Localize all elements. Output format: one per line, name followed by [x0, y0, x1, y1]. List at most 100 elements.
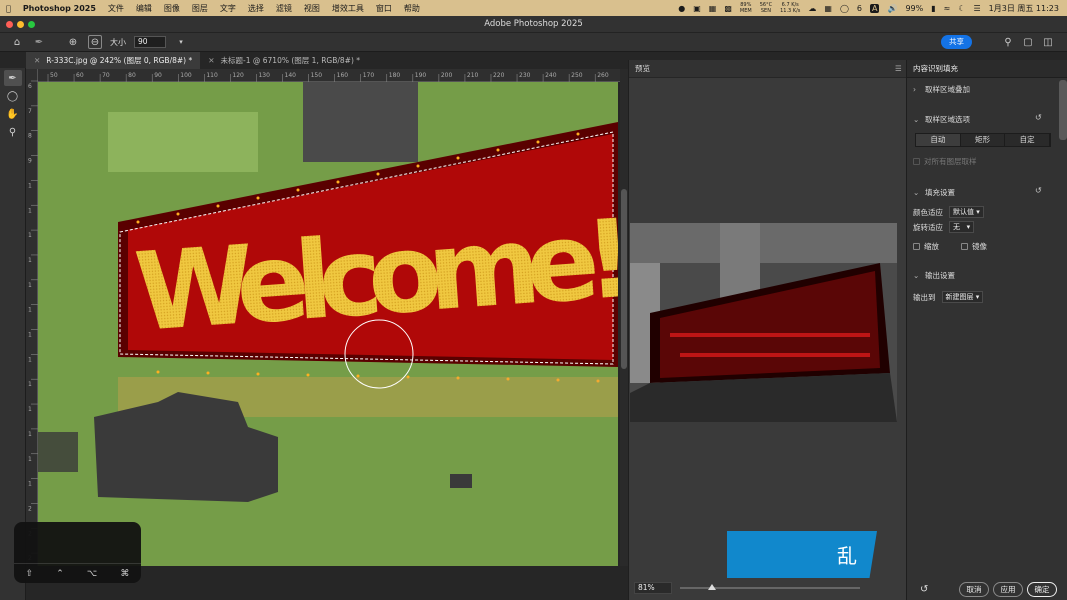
- close-tab-icon[interactable]: ✕: [34, 56, 40, 65]
- tab-untitled-1[interactable]: ✕ 未标题-1 @ 6710% (图层 1, RGB/8#) *: [200, 52, 368, 69]
- apply-button[interactable]: 应用: [993, 582, 1023, 597]
- close-window-button[interactable]: [6, 21, 13, 28]
- brush-preset-icon[interactable]: ✒: [32, 35, 46, 49]
- ruler-label: 6: [28, 83, 32, 90]
- ruler-label: 1: [28, 232, 32, 239]
- word-icon[interactable]: ▩: [724, 4, 732, 13]
- select-value: 无: [953, 223, 960, 231]
- lasso-tool-icon[interactable]: ◯: [4, 88, 22, 104]
- chevron-down-icon[interactable]: ⌄: [913, 271, 925, 280]
- mode-auto[interactable]: 自动: [916, 134, 961, 146]
- app-icon-1[interactable]: ▣: [693, 4, 701, 13]
- zoom-tool-icon[interactable]: ⚲: [4, 124, 22, 140]
- clock[interactable]: 1月3日 周五 11:23: [989, 3, 1059, 14]
- wechat-icon[interactable]: ◯: [840, 4, 849, 13]
- ruler-label: 1: [28, 207, 32, 214]
- canvas-scrollbar[interactable]: [620, 69, 628, 566]
- close-tab-icon[interactable]: ✕: [208, 56, 214, 65]
- document-canvas[interactable]: Welcome!: [38, 82, 618, 566]
- panel-scrollbar[interactable]: [1059, 80, 1067, 140]
- section-output-settings[interactable]: ⌄ 输出设置: [907, 268, 1057, 282]
- menu-edit[interactable]: 编辑: [130, 3, 158, 14]
- mirror-checkbox[interactable]: [961, 242, 968, 250]
- sample-all-layers-checkbox[interactable]: [913, 157, 920, 165]
- chevron-down-icon[interactable]: ⌄: [913, 115, 925, 124]
- menu-filter[interactable]: 滤镜: [270, 3, 298, 14]
- section-sampling-overlay[interactable]: › 取样区域叠加: [907, 82, 1057, 96]
- ruler-label: 1: [28, 332, 32, 339]
- mode-rectangle[interactable]: 矩形: [960, 134, 1006, 146]
- color-adapt-label: 颜色适应: [913, 207, 943, 217]
- size-label: 大小: [110, 37, 126, 47]
- ok-button[interactable]: 确定: [1027, 582, 1057, 597]
- mode-custom[interactable]: 自定: [1005, 134, 1051, 146]
- window-titlebar: Adobe Photoshop 2025: [0, 16, 1067, 32]
- vertical-ruler: 67891111111111111222: [26, 69, 38, 566]
- subtract-brush-icon[interactable]: ⊖: [88, 35, 102, 49]
- app-icon-2[interactable]: ▦: [709, 4, 717, 13]
- menu-type[interactable]: 文字: [214, 3, 242, 14]
- add-brush-icon[interactable]: ⊕: [66, 35, 80, 49]
- output-to-label: 输出到: [913, 292, 936, 302]
- control-key-icon: ⌃: [56, 568, 64, 579]
- output-to-select[interactable]: 新建图层 ▾: [941, 291, 984, 303]
- reset-icon[interactable]: ↺: [1035, 186, 1042, 195]
- menu-image[interactable]: 图像: [158, 3, 186, 14]
- ruler-label: 1: [28, 381, 32, 388]
- workspace-icon[interactable]: ◫: [1041, 35, 1055, 49]
- rotation-select[interactable]: 无 ▾: [949, 221, 975, 233]
- ruler-label: 2: [28, 505, 32, 512]
- window-light: [108, 112, 258, 172]
- options-bar: ⌂ ✒ ⊕ ⊖ 大小 90 ▾: [0, 32, 1067, 52]
- cloud-icon[interactable]: ☁: [808, 4, 816, 13]
- scale-checkbox[interactable]: [913, 242, 920, 250]
- size-input[interactable]: 90: [134, 36, 166, 48]
- select-value: 新建图层: [945, 293, 974, 301]
- tab-r333c[interactable]: ✕ R-333C.jpg @ 242% (图层 0, RGB/8#) *: [26, 52, 201, 69]
- ruler-label: 90: [154, 72, 162, 79]
- volume-icon[interactable]: 🔊: [887, 4, 897, 13]
- hand-tool-icon[interactable]: ✋: [4, 106, 22, 122]
- search-icon[interactable]: ⚲: [1001, 35, 1015, 49]
- brush-tool-icon[interactable]: ✒: [3, 70, 22, 86]
- chevron-down-icon[interactable]: ⌄: [913, 188, 925, 197]
- menu-file[interactable]: 文件: [102, 3, 130, 14]
- ruler-label: 140: [285, 72, 297, 79]
- chevron-right-icon[interactable]: ›: [913, 85, 925, 94]
- preview-zoom-knob[interactable]: [708, 584, 716, 590]
- zoom-window-button[interactable]: [28, 21, 35, 28]
- battery-icon[interactable]: ▮: [931, 4, 935, 13]
- moon-icon[interactable]: ☾: [958, 4, 965, 13]
- reset-icon[interactable]: ↺: [1035, 113, 1042, 122]
- color-adapt-select[interactable]: 默认值 ▾: [949, 206, 984, 218]
- cancel-button[interactable]: 取消: [959, 582, 989, 597]
- reset-all-icon[interactable]: ↺: [920, 584, 928, 595]
- menu-window[interactable]: 窗口: [370, 3, 398, 14]
- grid-icon[interactable]: ▦: [824, 4, 832, 13]
- menu-view[interactable]: 视图: [298, 3, 326, 14]
- home-icon[interactable]: ⌂: [10, 35, 24, 49]
- panel-menu-icon[interactable]: ☰: [895, 64, 902, 73]
- menu-app-name[interactable]: Photoshop 2025: [17, 4, 102, 13]
- control-center-icon[interactable]: ☰: [974, 4, 981, 13]
- network-stat[interactable]: 6.7 K/s 11.3 K/s: [780, 2, 800, 14]
- input-method-icon[interactable]: A: [869, 3, 880, 13]
- preview-zoom-slider[interactable]: [680, 587, 860, 589]
- apple-icon[interactable]: : [0, 4, 17, 13]
- cpu-stat[interactable]: 89% MEM: [740, 2, 752, 14]
- wifi-icon[interactable]: ≈: [944, 4, 951, 13]
- preview-zoom-input[interactable]: 81%: [634, 582, 672, 594]
- ruler-label: 220: [493, 72, 505, 79]
- share-button[interactable]: 共享: [941, 35, 972, 49]
- temp-stat[interactable]: 56°C SEN: [760, 2, 772, 14]
- menu-layer[interactable]: 图层: [186, 3, 214, 14]
- record-icon[interactable]: ●: [678, 4, 685, 13]
- menu-plugins[interactable]: 增效工具: [326, 3, 370, 14]
- shift-key-icon: ⇧: [25, 568, 34, 579]
- menu-help[interactable]: 帮助: [398, 3, 426, 14]
- menu-select[interactable]: 选择: [242, 3, 270, 14]
- learn-icon[interactable]: ▢: [1021, 35, 1035, 49]
- chevron-down-icon[interactable]: ▾: [174, 35, 188, 49]
- scrollbar-thumb[interactable]: [621, 189, 627, 369]
- minimize-window-button[interactable]: [17, 21, 24, 28]
